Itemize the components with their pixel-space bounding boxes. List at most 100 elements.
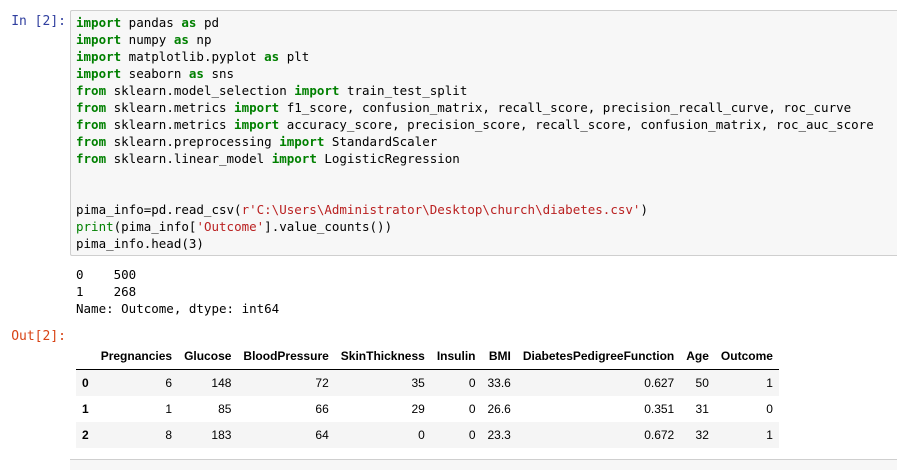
code-text: LogisticRegression (316, 151, 460, 166)
code-text: sklearn.metrics (106, 100, 235, 115)
table-cell: 0.672 (644, 428, 675, 442)
input-prompt: In [2]: (11, 14, 66, 29)
table-cell: 0 (418, 428, 425, 442)
column-header: Glucose (178, 343, 238, 370)
table-cell: 72 (315, 376, 329, 390)
code-text: matplotlib.pyplot (121, 49, 265, 64)
code-text: sklearn.linear_model (106, 151, 272, 166)
table-cell: 35 (411, 376, 425, 390)
column-header: Age (680, 343, 715, 370)
code-text: train_test_split (339, 83, 468, 98)
code-text: ].value_counts()) (264, 219, 393, 234)
code-line: pima_info.head(3) (76, 235, 204, 252)
code-keyword: import (279, 134, 325, 149)
table-row: 0 6 148 72 35 0 33.6 0.627 50 1 (76, 369, 779, 396)
column-header: BMI (481, 343, 517, 370)
code-text: accuracy_score, precision_score, recall_… (279, 117, 874, 132)
code-text: ) (640, 202, 648, 217)
table-cell: 32 (695, 428, 709, 442)
table-cell: 0.351 (644, 402, 675, 416)
table-cell: 0 (468, 402, 476, 416)
table-cell: 29 (411, 402, 425, 416)
table-cell: 33.6 (487, 376, 511, 390)
table-cell: 0.627 (644, 376, 675, 390)
dataframe-table: Pregnancies Glucose BloodPressure SkinThick… (76, 343, 779, 448)
output-prompt: Out[2]: (11, 329, 66, 344)
table-header-row: Pregnancies Glucose BloodPressure SkinThick… (76, 343, 779, 370)
table-cell: 1 (766, 428, 773, 442)
row-index: 1 (82, 402, 89, 416)
table-cell: 0 (766, 402, 773, 416)
code-line: import pandas as pd (76, 14, 219, 31)
column-header: Pregnancies (94, 343, 179, 370)
code-text: sklearn.preprocessing (106, 134, 280, 149)
table-row: 2 8 183 64 0 0 23.3 0.672 32 1 (76, 422, 779, 448)
table-cell: 50 (695, 376, 709, 390)
code-text: f1_score, confusion_matrix, recall_score… (279, 100, 852, 115)
code-keyword: from (76, 100, 107, 115)
code-line: from sklearn.metrics import f1_score, co… (76, 99, 851, 116)
table-cell: 26.6 (487, 402, 511, 416)
code-text: plt (279, 49, 310, 64)
column-header: BloodPressure (237, 343, 335, 370)
code-keyword: from (76, 151, 107, 166)
code-keyword: import (76, 49, 122, 64)
code-keyword: as (188, 66, 204, 81)
code-text: sklearn.model_selection (106, 83, 295, 98)
table-cell: 23.3 (487, 428, 511, 442)
stdout-line: Name: Outcome, dtype: int64 (76, 301, 280, 316)
code-text: sns (203, 66, 235, 81)
table-cell: 148 (211, 376, 232, 390)
column-header: SkinThickness (334, 343, 431, 370)
code-keyword: from (76, 134, 107, 149)
table-cell: 1 (165, 402, 173, 416)
code-builtin: print (76, 219, 114, 234)
code-line: from sklearn.metrics import accuracy_sco… (76, 116, 874, 133)
table-cell: 8 (165, 428, 173, 442)
code-line: pima_info=pd.read_csv(r'C:\Users\Adminis… (76, 201, 648, 218)
row-index: 0 (82, 376, 89, 390)
code-keyword: import (271, 151, 317, 166)
code-text: pd (196, 15, 220, 30)
table-cell: 85 (218, 402, 232, 416)
code-keyword: as (181, 15, 197, 30)
code-text: StandardScaler (324, 134, 438, 149)
code-line: from sklearn.linear_model import Logisti… (76, 150, 460, 167)
code-line: from sklearn.model_selection import trai… (76, 82, 467, 99)
code-text: np (188, 32, 212, 47)
code-keyword: from (76, 117, 107, 132)
stdout-line: 1 268 (76, 284, 137, 299)
code-text: sklearn.metrics (106, 117, 235, 132)
code-keyword: import (76, 66, 122, 81)
code-string: r'C:\Users\Administrator\Desktop\church\… (241, 202, 641, 217)
next-code-cell[interactable] (70, 459, 897, 470)
code-text: pima_info=pd.read_csv( (76, 202, 242, 217)
table-cell: 64 (315, 428, 329, 442)
code-text: (pima_info[ (113, 219, 197, 234)
code-string: 'Outcome' (196, 219, 265, 234)
code-line: import numpy as np (76, 31, 211, 48)
table-cell: 31 (695, 402, 709, 416)
code-line: print(pima_info['Outcome'].value_counts(… (76, 218, 392, 235)
table-cell: 6 (165, 376, 173, 390)
column-header: DiabetesPedigreeFunction (516, 343, 681, 370)
row-index: 2 (82, 428, 89, 442)
code-text: pandas (121, 15, 182, 30)
code-keyword: from (76, 83, 107, 98)
code-line: import seaborn as sns (76, 65, 234, 82)
code-keyword: import (234, 100, 280, 115)
code-keyword: import (234, 117, 280, 132)
code-cell[interactable]: import pandas as pd import numpy as np imp… (70, 10, 897, 256)
code-line: import matplotlib.pyplot as plt (76, 48, 309, 65)
code-keyword: import (294, 83, 340, 98)
table-cell: 0 (468, 428, 476, 442)
stdout-line: 0 500 (76, 267, 137, 282)
code-text: numpy (121, 32, 174, 47)
code-line: from sklearn.preprocessing import Standa… (76, 133, 437, 150)
column-header: Outcome (714, 343, 779, 370)
table-cell: 0 (468, 376, 476, 390)
table-row: 1 1 85 66 29 0 26.6 0.351 31 0 (76, 396, 779, 422)
code-keyword: import (76, 32, 122, 47)
code-keyword: as (264, 49, 280, 64)
code-keyword: import (76, 15, 122, 30)
